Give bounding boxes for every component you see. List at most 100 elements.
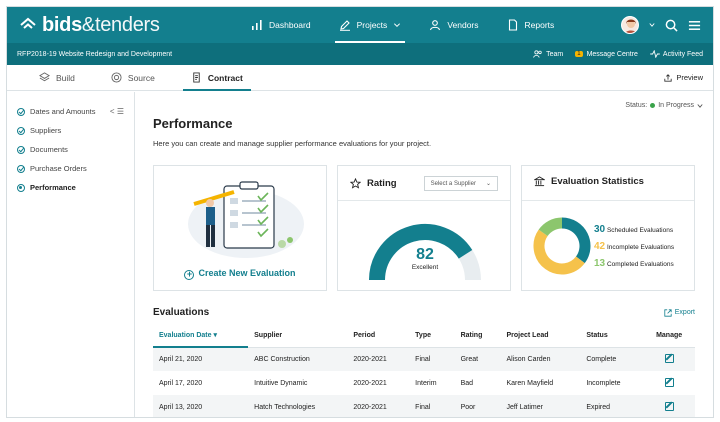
tab-source[interactable]: Source [93, 65, 173, 90]
table-cell: Poor [454, 395, 501, 417]
app-window: bids &tenders Dashboard Projects Vendors … [6, 6, 714, 418]
tab-contract[interactable]: Contract [173, 65, 261, 91]
tab-build[interactable]: Build [21, 65, 93, 90]
page-title: Performance [153, 116, 233, 131]
collapse-sidebar-icon[interactable]: < ☰ [110, 107, 124, 116]
chevron-down-icon: ⌄ [485, 181, 491, 187]
table-row[interactable]: April 21, 2020 ABC Construction 2020-2021 F… [153, 347, 695, 371]
table-cell: 2020-2021 [353, 379, 387, 387]
donut-slice [561, 217, 591, 264]
tab-build-label: Build [56, 72, 75, 83]
table-row[interactable]: April 13, 2020 Hatch Technologies 2020-202… [153, 395, 695, 417]
table-cell: Final [409, 395, 455, 417]
nav-reports-label: Reports [524, 20, 555, 30]
sidebar-item-suppliers[interactable]: Suppliers [7, 121, 134, 140]
table-cell: Bad [460, 379, 474, 387]
tab-source-label: Source [127, 72, 155, 83]
table-cell: Complete [580, 347, 644, 371]
search-icon[interactable] [665, 19, 678, 32]
stat-label: Scheduled Evaluations [606, 227, 674, 234]
brand-logo[interactable]: bids &tenders [19, 14, 237, 37]
export-label: Export [674, 309, 695, 316]
rating-title: Rating [367, 178, 397, 189]
project-bar: RFP2018-19 Website Redesign and Developm… [7, 43, 713, 65]
table-cell: Expired [580, 395, 644, 417]
table-row[interactable]: April 17, 2020 Intuitive Dynamic 2020-2021… [153, 371, 695, 395]
nav-projects[interactable]: Projects [325, 7, 416, 43]
plus-circle-icon: + [184, 270, 195, 280]
message-centre-link[interactable]: 1 Message Centre [575, 51, 638, 58]
layers-icon [39, 72, 50, 82]
chevron-down-icon [394, 23, 401, 28]
table-cell: Final [409, 347, 455, 371]
avatar[interactable] [621, 16, 639, 34]
page-intro: Here you can create and manage supplier … [153, 139, 432, 148]
table-cell: Great [454, 347, 501, 371]
column-header[interactable]: Status [580, 324, 644, 348]
sidebar-item-performance[interactable]: Performance [7, 178, 134, 197]
create-evaluation-card[interactable]: + Create New Evaluation [153, 165, 327, 291]
brand-light: &tenders [81, 13, 160, 36]
tab-contract-label: Contract [207, 72, 243, 83]
sidebar: Dates and Amounts < ☰ Suppliers Document… [7, 92, 135, 417]
contract-icon [193, 72, 200, 83]
column-header[interactable]: Manage [643, 324, 695, 348]
home-icon [20, 17, 36, 29]
stat-count: 13 [594, 258, 606, 269]
column-header[interactable]: Type [409, 324, 455, 348]
table-cell: 2020-2021 [347, 395, 410, 417]
edit-icon[interactable] [664, 353, 674, 363]
create-label: Create New Evaluation [198, 268, 296, 278]
stats-title: Evaluation Statistics [551, 176, 644, 187]
sidebar-item-label: Performance [30, 183, 76, 192]
edit-icon[interactable] [664, 401, 674, 411]
status-label: Status: [625, 102, 648, 109]
supplier-select[interactable]: Select a Supplier ⌄ [423, 176, 498, 191]
nav-dashboard-label: Dashboard [269, 20, 311, 30]
share-icon [664, 73, 672, 82]
column-header[interactable]: Supplier [248, 324, 348, 348]
preview-button[interactable]: Preview [664, 65, 703, 90]
stat-incomplete: 42 Incomplete Evaluations [594, 239, 674, 256]
export-button[interactable]: Export [664, 308, 695, 317]
document-icon [508, 19, 517, 31]
column-header[interactable]: Period [347, 324, 410, 348]
table-cell: Hatch Technologies [248, 395, 348, 417]
table-cell: Intuitive Dynamic [254, 379, 308, 387]
table-cell: April 21, 2020 [153, 347, 249, 371]
table-cell: ABC Construction [248, 347, 348, 371]
activity-feed-link[interactable]: Activity Feed [650, 50, 703, 58]
nav-dashboard[interactable]: Dashboard [237, 7, 325, 43]
preview-label: Preview [676, 73, 703, 82]
chevron-down-icon[interactable] [649, 22, 655, 28]
column-header[interactable]: Evaluation Date ▾ [153, 324, 249, 348]
team-link[interactable]: Team [533, 50, 563, 58]
column-header[interactable]: Rating [454, 324, 501, 348]
table-cell: Interim [415, 379, 437, 387]
top-nav: bids &tenders Dashboard Projects Vendors … [7, 7, 713, 43]
manage-cell [643, 395, 695, 417]
team-icon [533, 50, 542, 58]
status-dropdown[interactable]: Status: In Progress [625, 102, 703, 109]
nav-projects-label: Projects [356, 20, 388, 30]
table-cell: 2020-2021 [347, 347, 410, 371]
status-dot-icon [650, 103, 656, 108]
donut-slice [538, 217, 563, 237]
activity-icon [650, 50, 660, 58]
pencil-icon [339, 20, 350, 31]
activity-feed-label: Activity Feed [662, 50, 703, 58]
brand-bold: bids [42, 13, 82, 36]
check-circle-icon [17, 164, 25, 173]
sidebar-item-purchase-orders[interactable]: Purchase Orders [7, 159, 134, 178]
main-content: Status: In Progress Performance Here you… [135, 92, 713, 417]
column-header[interactable]: Project Lead [500, 324, 581, 348]
sidebar-item-dates-and-amounts[interactable]: Dates and Amounts < ☰ [7, 102, 134, 121]
nav-reports[interactable]: Reports [493, 7, 569, 43]
edit-icon[interactable] [664, 377, 674, 387]
rating-score-label: Excellent [412, 264, 439, 271]
nav-vendors[interactable]: Vendors [415, 7, 492, 43]
menu-icon[interactable] [688, 19, 701, 32]
create-new-evaluation-button[interactable]: + Create New Evaluation [154, 268, 326, 280]
export-icon [664, 308, 672, 317]
sidebar-item-documents[interactable]: Documents [7, 140, 134, 159]
